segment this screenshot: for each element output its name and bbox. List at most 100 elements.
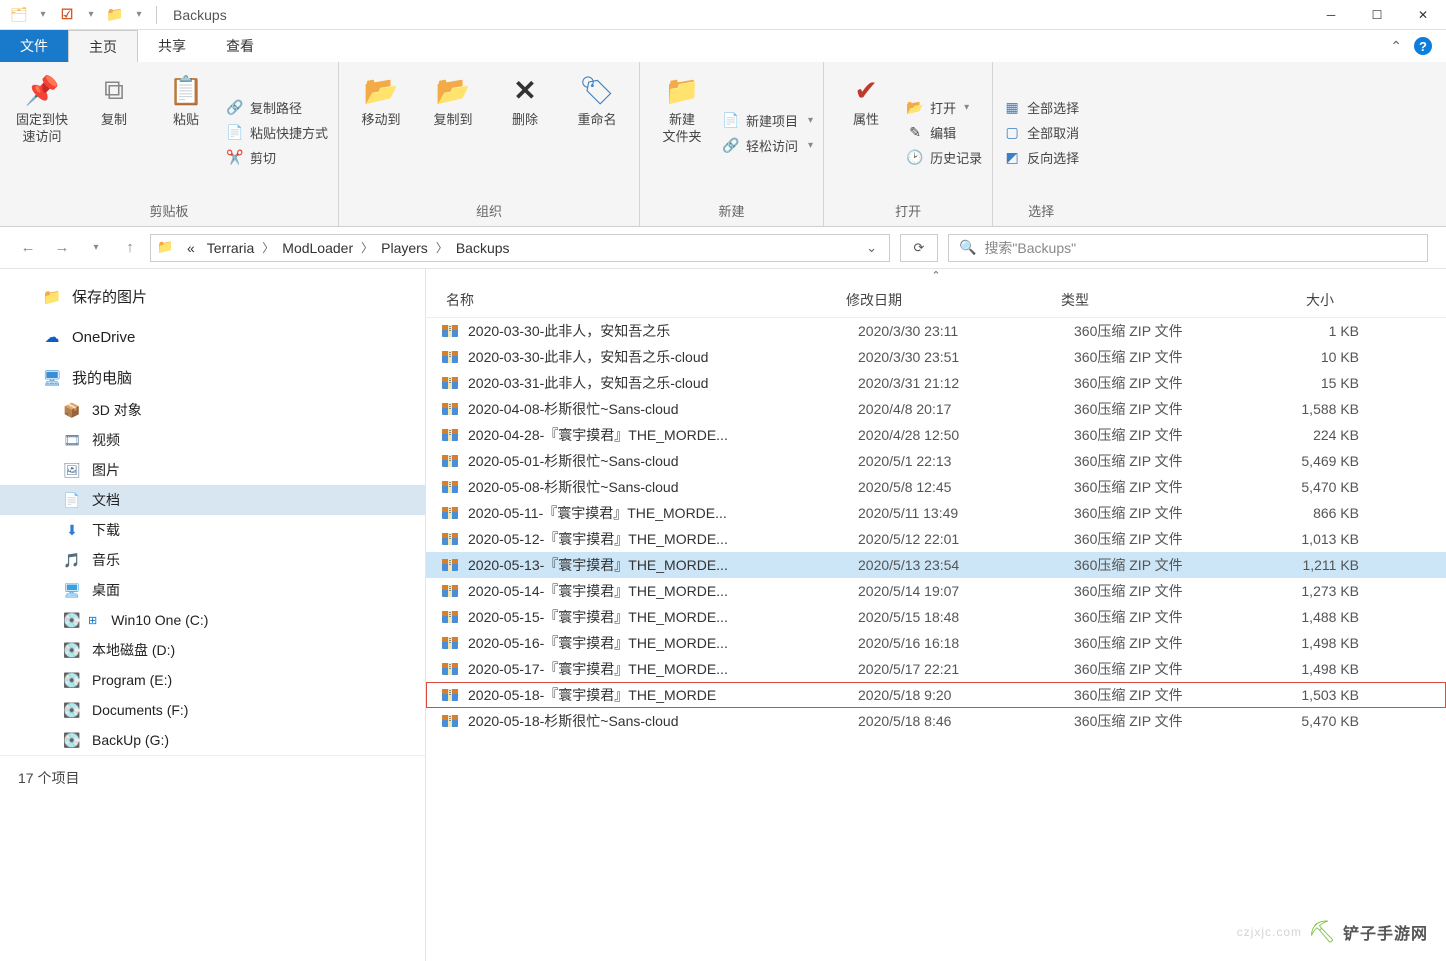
breadcrumb-players[interactable]: Players: [375, 240, 434, 256]
file-row[interactable]: 2020-05-17-『寰宇摸君』THE_MORDE...2020/5/17 2…: [426, 656, 1446, 682]
file-row[interactable]: 2020-05-15-『寰宇摸君』THE_MORDE...2020/5/15 1…: [426, 604, 1446, 630]
col-size[interactable]: 大小: [1230, 287, 1340, 313]
history-button[interactable]: 🕑历史记录: [906, 148, 982, 167]
file-row[interactable]: 2020-05-08-杉斯很忙~Sans-cloud2020/5/8 12:45…: [426, 474, 1446, 500]
address-dropdown-icon[interactable]: ⌄: [860, 240, 883, 256]
moveto-button[interactable]: 📂 移动到: [349, 68, 413, 197]
nav-item[interactable]: 🎞视频: [0, 425, 425, 455]
file-row[interactable]: 2020-03-30-此非人，安知吾之乐-cloud2020/3/30 23:5…: [426, 344, 1446, 370]
breadcrumb-modloader[interactable]: ModLoader: [276, 240, 359, 256]
easy-access-label: 轻松访问: [746, 136, 798, 155]
forward-button[interactable]: →: [52, 238, 72, 258]
pin-to-quick-access-button[interactable]: 📌 固定到快 速访问: [10, 68, 74, 197]
col-type[interactable]: 类型: [1055, 287, 1230, 313]
new-folder-button[interactable]: 📁 新建 文件夹: [650, 68, 714, 197]
copy-path-button[interactable]: 🔗复制路径: [226, 98, 328, 117]
nav-item[interactable]: 🖥桌面: [0, 575, 425, 605]
open-button[interactable]: 📂打开▾: [906, 98, 982, 117]
paste-button[interactable]: 📋 粘贴: [154, 68, 218, 197]
file-row[interactable]: 2020-03-30-此非人，安知吾之乐2020/3/30 23:11360压缩…: [426, 318, 1446, 344]
nav-item[interactable]: 💽Program (E:): [0, 665, 425, 695]
nav-item[interactable]: 💽Documents (F:): [0, 695, 425, 725]
file-row[interactable]: 2020-05-12-『寰宇摸君』THE_MORDE...2020/5/12 2…: [426, 526, 1446, 552]
rename-button[interactable]: 🏷 重命名: [565, 68, 629, 197]
select-none-button[interactable]: ▢全部取消: [1003, 123, 1079, 142]
refresh-icon: ⟳: [914, 240, 925, 256]
maximize-button[interactable]: ☐: [1354, 0, 1400, 30]
breadcrumb-box[interactable]: 📁 « Terraria〉 ModLoader〉 Players〉 Backup…: [150, 234, 890, 262]
up-button[interactable]: ↑: [120, 238, 140, 258]
recent-dropdown-icon[interactable]: ▾: [86, 238, 106, 258]
nav-item[interactable]: 📄文档: [0, 485, 425, 515]
qat-overflow-icon[interactable]: ▾: [128, 4, 150, 26]
invert-selection-button[interactable]: ◩反向选择: [1003, 148, 1079, 167]
file-type: 360压缩 ZIP 文件: [1074, 581, 1249, 601]
tab-home[interactable]: 主页: [68, 30, 138, 62]
file-row[interactable]: 2020-04-08-杉斯很忙~Sans-cloud2020/4/8 20:17…: [426, 396, 1446, 422]
back-button[interactable]: ←: [18, 238, 38, 258]
nav-item[interactable]: 📦3D 对象: [0, 395, 425, 425]
nav-item[interactable]: 🖼图片: [0, 455, 425, 485]
tab-share[interactable]: 共享: [138, 30, 206, 62]
edit-label: 编辑: [930, 123, 956, 142]
edit-button[interactable]: ✎编辑: [906, 123, 982, 142]
file-row[interactable]: 2020-05-18-杉斯很忙~Sans-cloud2020/5/18 8:46…: [426, 708, 1446, 734]
file-row[interactable]: 2020-05-14-『寰宇摸君』THE_MORDE...2020/5/14 1…: [426, 578, 1446, 604]
zip-icon: [440, 685, 460, 705]
nav-item[interactable]: 🎵音乐: [0, 545, 425, 575]
history-icon: 🕑: [906, 149, 924, 167]
nav-thispc[interactable]: 🖥 我的电脑: [0, 362, 425, 393]
file-row[interactable]: 2020-05-16-『寰宇摸君』THE_MORDE...2020/5/16 1…: [426, 630, 1446, 656]
close-button[interactable]: ✕: [1400, 0, 1446, 30]
help-icon[interactable]: ?: [1414, 37, 1432, 55]
file-row[interactable]: 2020-05-11-『寰宇摸君』THE_MORDE...2020/5/11 1…: [426, 500, 1446, 526]
breadcrumb-prefix[interactable]: «: [181, 240, 201, 256]
nav-tree[interactable]: 📁 保存的图片 ☁ OneDrive 🖥 我的电脑 📦3D 对象🎞视频🖼图片📄文…: [0, 269, 426, 961]
file-row[interactable]: 2020-05-13-『寰宇摸君』THE_MORDE...2020/5/13 2…: [426, 552, 1446, 578]
col-date[interactable]: 修改日期: [840, 287, 1055, 313]
nav-item[interactable]: ⬇下载: [0, 515, 425, 545]
chevron-right-icon[interactable]: 〉: [434, 239, 450, 256]
paste-shortcut-button[interactable]: 📄粘贴快捷方式: [226, 123, 328, 142]
file-date: 2020/4/28 12:50: [858, 427, 1074, 443]
new-folder-label: 新建 文件夹: [663, 112, 702, 146]
cut-button[interactable]: ✂️剪切: [226, 148, 328, 167]
zip-icon: [440, 607, 460, 627]
content-area: 📁 保存的图片 ☁ OneDrive 🖥 我的电脑 📦3D 对象🎞视频🖼图片📄文…: [0, 269, 1446, 961]
easy-access-button[interactable]: 🔗轻松访问▾: [722, 136, 813, 155]
qat-dropdown-icon[interactable]: ▾: [32, 4, 54, 26]
tab-file[interactable]: 文件: [0, 30, 68, 62]
nav-item[interactable]: 💽⊞Win10 One (C:): [0, 605, 425, 635]
file-list[interactable]: 2020-03-30-此非人，安知吾之乐2020/3/30 23:11360压缩…: [426, 318, 1446, 961]
col-name[interactable]: 名称: [440, 287, 840, 313]
search-input[interactable]: 🔍 搜索"Backups": [948, 234, 1428, 262]
file-row[interactable]: 2020-05-01-杉斯很忙~Sans-cloud2020/5/1 22:13…: [426, 448, 1446, 474]
copyto-button[interactable]: 📂 复制到: [421, 68, 485, 197]
file-row[interactable]: 2020-03-31-此非人，安知吾之乐-cloud2020/3/31 21:1…: [426, 370, 1446, 396]
select-all-button[interactable]: ▦全部选择: [1003, 98, 1079, 117]
new-item-label: 新建项目: [746, 111, 798, 130]
nav-saved-pictures[interactable]: 📁 保存的图片: [0, 281, 425, 312]
file-row[interactable]: 2020-04-28-『寰宇摸君』THE_MORDE...2020/4/28 1…: [426, 422, 1446, 448]
minimize-button[interactable]: ─: [1308, 0, 1354, 30]
breadcrumb-terraria[interactable]: Terraria: [201, 240, 260, 256]
qat-dropdown2-icon[interactable]: ▾: [80, 4, 102, 26]
nav-onedrive[interactable]: ☁ OneDrive: [0, 322, 425, 352]
file-row[interactable]: 2020-05-18-『寰宇摸君』THE_MORDE2020/5/18 9:20…: [426, 682, 1446, 708]
scroll-up-indicator[interactable]: ⌃: [426, 269, 1446, 283]
refresh-button[interactable]: ⟳: [900, 234, 938, 262]
tab-view[interactable]: 查看: [206, 30, 274, 62]
file-size: 1,013 KB: [1249, 531, 1359, 547]
ribbon-collapse-icon[interactable]: ⌃: [1390, 38, 1402, 55]
chevron-right-icon[interactable]: 〉: [260, 239, 276, 256]
breadcrumb-backups[interactable]: Backups: [450, 240, 516, 256]
properties-button[interactable]: ✔ 属性: [834, 68, 898, 197]
new-item-button[interactable]: 📄新建项目▾: [722, 111, 813, 130]
delete-button[interactable]: ✕ 删除: [493, 68, 557, 197]
nav-item[interactable]: 💽本地磁盘 (D:): [0, 635, 425, 665]
copy-button[interactable]: ⧉ 复制: [82, 68, 146, 197]
checkbox-icon[interactable]: ☑: [56, 4, 78, 26]
nav-item[interactable]: 💽BackUp (G:): [0, 725, 425, 755]
zip-icon: [440, 451, 460, 471]
chevron-right-icon[interactable]: 〉: [359, 239, 375, 256]
